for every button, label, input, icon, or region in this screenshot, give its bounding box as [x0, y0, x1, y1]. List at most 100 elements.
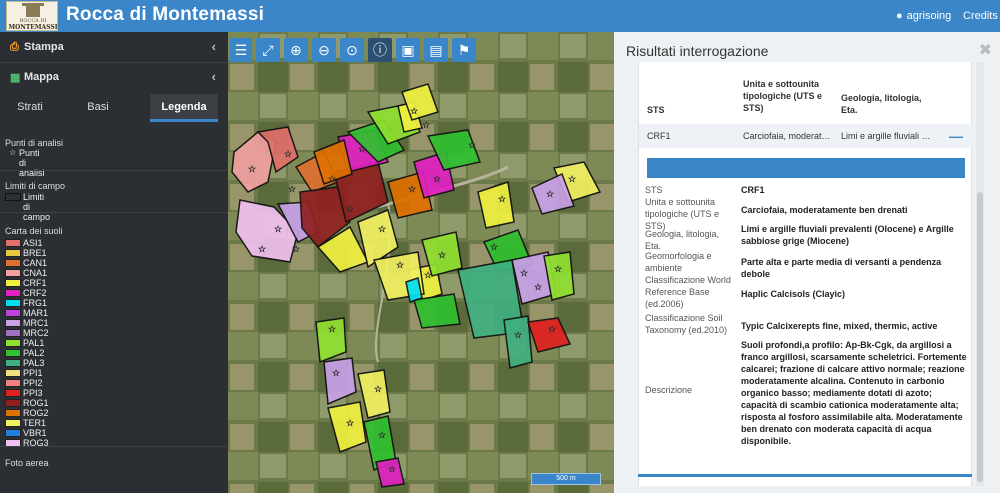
column-header-sts: STS: [647, 105, 665, 115]
detail-value-geologia: Limi e argille fluviali prevalenti (Oloc…: [741, 224, 954, 246]
detail-value-descrizione: Suoli profondi,a profilo: Ap-Bk-Cgk, da …: [741, 340, 967, 446]
legend-item-label: CRF2: [23, 288, 47, 298]
close-icon[interactable]: ✖: [979, 40, 992, 60]
panel-title: Risultati interrogazione: [626, 43, 769, 59]
analysis-point-star-icon[interactable]: ☆: [388, 465, 396, 475]
column-header-geologia: Geologia, litologia, Eta.: [841, 93, 922, 115]
document-info-button[interactable]: ▤: [424, 38, 448, 62]
analysis-point-star-icon[interactable]: ☆: [468, 141, 476, 151]
analysis-point-star-icon[interactable]: ☆: [546, 190, 554, 200]
zoom-in-button[interactable]: ⊕: [284, 38, 308, 62]
analysis-point-star-icon[interactable]: ☆: [248, 165, 256, 175]
info-button[interactable]: ⓘ: [368, 38, 392, 62]
legend-swatch: [5, 239, 21, 247]
legend-swatch: [5, 193, 21, 201]
analysis-point-star-icon[interactable]: ☆: [520, 269, 528, 279]
detail-label-soil-taxonomy: Classificazione Soil Taxonomy (ed.2010): [645, 313, 728, 335]
results-scrollbar[interactable]: [976, 62, 984, 486]
zoom-in-icon: ⊕: [290, 42, 302, 58]
legend-item-label: Punti di analisi: [19, 148, 45, 178]
legend-group-suoli: Carta dei suoli: [5, 226, 63, 236]
legend-item-label: Limiti di campo: [23, 192, 51, 222]
map-view[interactable]: ☆ ☆ ☆ ☆ ☆ ☆ ☆ ☆ ☆ ☆ ☆ ☆ ☆ ☆ ☆ ☆ ☆ ☆ ☆ ☆ ☆ ☆ ☆ ☆ ☆ ☆ ☆ ☆ ☆ ☆ ☆ ☆ ☆ ☰ ⤢ ⊕ …: [228, 32, 614, 493]
analysis-point-star-icon[interactable]: ☆: [490, 243, 498, 253]
analysis-point-star-icon[interactable]: ☆: [292, 245, 300, 255]
scrollbar-thumb[interactable]: [977, 192, 983, 482]
analysis-point-star-icon[interactable]: ☆: [548, 325, 556, 335]
analysis-point-star-icon[interactable]: ☆: [328, 325, 336, 335]
detail-label-descrizione: Descrizione: [645, 385, 693, 395]
info-icon: ⓘ: [373, 42, 387, 58]
analysis-point-star-icon[interactable]: ☆: [534, 283, 542, 293]
sidebar-section-stampa[interactable]: ⎙ Stampa ‹: [0, 32, 228, 62]
analysis-point-star-icon[interactable]: ☆: [408, 185, 416, 195]
legend-swatch: [5, 339, 21, 347]
app-logo[interactable]: ROCCA DI MONTEMASSI: [6, 1, 58, 31]
analysis-point-star-icon[interactable]: ☆: [433, 175, 441, 185]
analysis-point-star-icon[interactable]: ☆: [274, 225, 282, 235]
select-box-button[interactable]: ▣: [396, 38, 420, 62]
analysis-point-star-icon[interactable]: ☆: [346, 419, 354, 429]
analysis-point-star-icon[interactable]: ☆: [346, 205, 354, 215]
detail-value-unita: Carciofaia, moderatamente ben drenati: [741, 205, 908, 215]
legend-item-label: PAL1: [23, 338, 45, 348]
legend-item-label: ROG1: [23, 398, 49, 408]
print-icon: ⎙: [10, 41, 19, 53]
collapse-row-icon[interactable]: —: [949, 128, 963, 144]
analysis-point-star-icon[interactable]: ☆: [422, 121, 430, 131]
pin-query-button[interactable]: ⚑: [452, 38, 476, 62]
star-icon: ☆: [9, 148, 17, 157]
analysis-point-star-icon[interactable]: ☆: [358, 145, 366, 155]
analysis-point-star-icon[interactable]: ☆: [396, 261, 404, 271]
detail-value-wrb: Haplic Calcisols (Clayic): [741, 289, 846, 299]
legend-swatch: [5, 299, 21, 307]
legend-swatch: [5, 359, 21, 367]
table-row[interactable]: CRF1 Carciofaia, moderat… Limi e argille…: [639, 124, 973, 148]
tab-basi[interactable]: Basi: [78, 94, 118, 122]
zoom-extent-button[interactable]: ⊙: [340, 38, 364, 62]
analysis-point-star-icon[interactable]: ☆: [514, 331, 522, 341]
analysis-point-star-icon[interactable]: ☆: [438, 251, 446, 261]
expand-button[interactable]: ⤢: [256, 38, 280, 62]
analysis-point-star-icon[interactable]: ☆: [378, 431, 386, 441]
analysis-point-star-icon[interactable]: ☆: [410, 107, 418, 117]
analysis-point-star-icon[interactable]: ☆: [332, 369, 340, 379]
legend-swatch: [5, 259, 21, 267]
sidebar-section-label: Stampa: [24, 41, 64, 53]
logo-line2: MONTEMASSI: [8, 24, 58, 31]
credits-link[interactable]: Credits: [963, 10, 998, 22]
legend-group-foto-aerea: Foto aerea: [5, 458, 49, 468]
map-canvas[interactable]: ☆ ☆ ☆ ☆ ☆ ☆ ☆ ☆ ☆ ☆ ☆ ☆ ☆ ☆ ☆ ☆ ☆ ☆ ☆ ☆ ☆ ☆ ☆ ☆ ☆ ☆ ☆ ☆ ☆ ☆ ☆ ☆ ☆: [228, 32, 614, 493]
legend-item-label: PAL3: [23, 358, 45, 368]
analysis-point-star-icon[interactable]: ☆: [284, 150, 292, 160]
sidebar-section-mappa[interactable]: ▦ Mappa ‹: [0, 62, 228, 92]
analysis-point-star-icon[interactable]: ☆: [498, 195, 506, 205]
analysis-point-star-icon[interactable]: ☆: [424, 271, 432, 281]
legend-item-label: VBR1: [23, 428, 47, 438]
detail-value-soil-taxonomy: Typic Calcixerepts fine, mixed, thermic,…: [741, 321, 938, 331]
detail-label-geologia: Geologia, litologia, Eta.: [645, 229, 720, 251]
analysis-point-star-icon[interactable]: ☆: [288, 185, 296, 195]
user-menu[interactable]: ● agrisoing: [896, 10, 951, 22]
analysis-point-star-icon[interactable]: ☆: [568, 175, 576, 185]
analysis-point-star-icon[interactable]: ☆: [554, 265, 562, 275]
sidebar: ⎙ Stampa ‹ ▦ Mappa ‹ Strati Basi Legenda…: [0, 32, 228, 493]
zoom-extent-icon: ⊙: [346, 42, 358, 58]
analysis-point-star-icon[interactable]: ☆: [258, 245, 266, 255]
legend-item-label: MRC2: [23, 328, 49, 338]
tab-strati[interactable]: Strati: [8, 94, 52, 122]
analysis-point-star-icon[interactable]: ☆: [378, 225, 386, 235]
analysis-point-star-icon[interactable]: ☆: [328, 175, 336, 185]
results-panel: Risultati interrogazione ✖ STS Unita e s…: [614, 32, 1000, 493]
analysis-point-star-icon[interactable]: ☆: [374, 385, 382, 395]
legend-swatch: [5, 309, 21, 317]
legend-swatch: [5, 409, 21, 417]
column-header-unita: Unita e sottounita tipologiche (UTS e ST…: [743, 79, 823, 113]
legend-panel[interactable]: Punti di analisi ☆ Punti di analisi Limi…: [0, 122, 228, 493]
tab-legenda[interactable]: Legenda: [150, 94, 218, 122]
chevron-left-icon: ‹: [211, 39, 216, 54]
legend-swatch: [5, 279, 21, 287]
legend-swatch: [5, 269, 21, 277]
zoom-out-button[interactable]: ⊖: [312, 38, 336, 62]
menu-toggle-button[interactable]: ☰: [230, 38, 252, 62]
